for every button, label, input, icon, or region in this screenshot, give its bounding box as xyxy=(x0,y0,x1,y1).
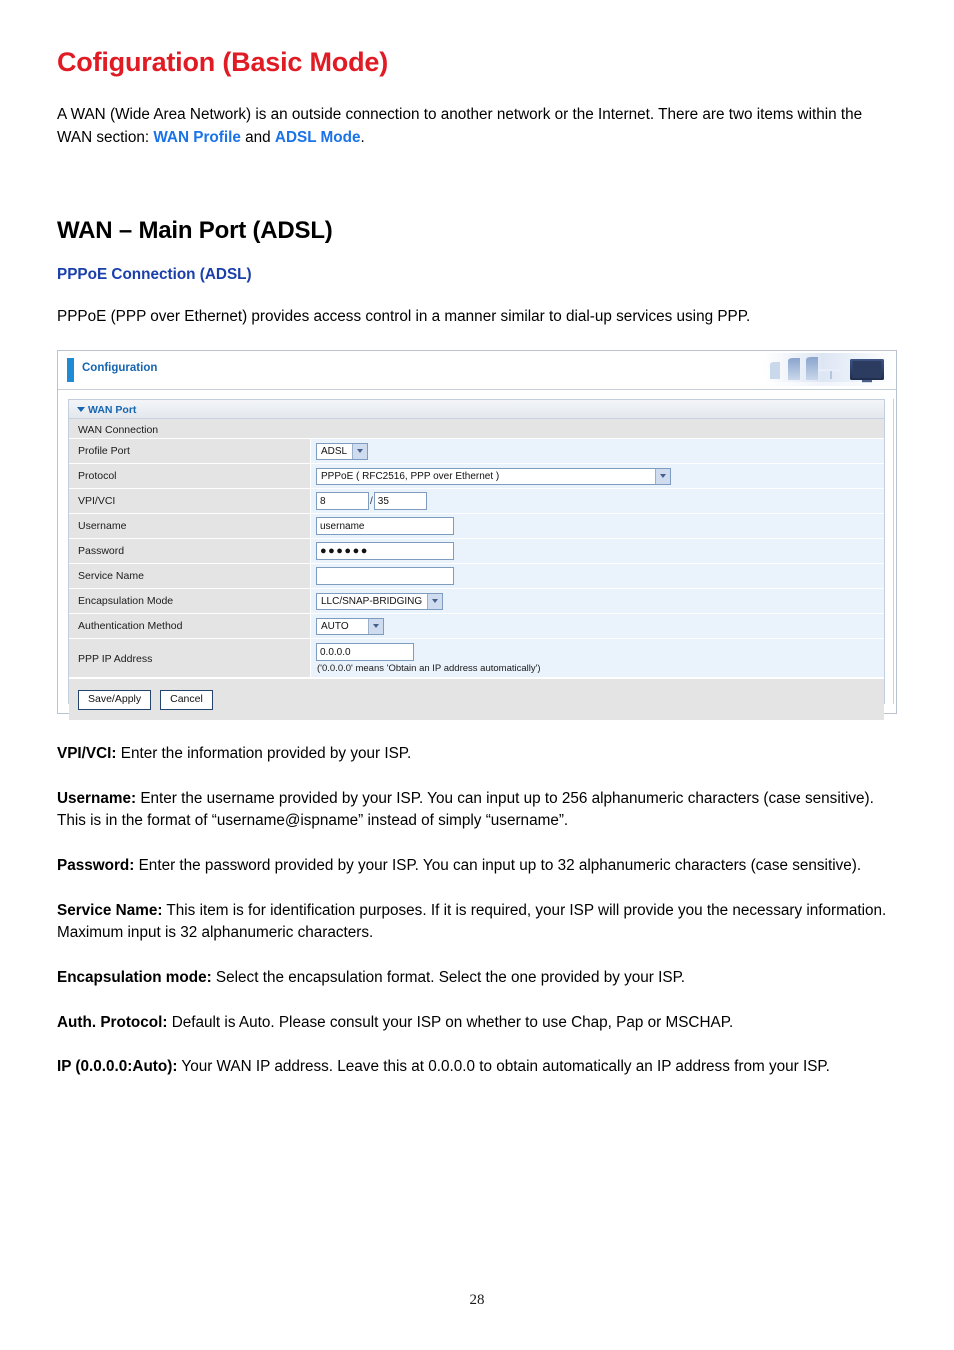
field-row-username: Username username xyxy=(69,514,884,540)
description-term: Auth. Protocol: xyxy=(57,1013,168,1031)
value-profile-port: ADSL xyxy=(311,439,884,463)
encapsulation-mode-select[interactable]: LLC/SNAP-BRIDGING xyxy=(316,592,444,610)
authentication-method-value: AUTO xyxy=(321,620,349,632)
value-password: ●●●●●● xyxy=(311,539,884,563)
chevron-down-icon xyxy=(352,443,368,459)
description-term: Username: xyxy=(57,789,137,807)
label-ppp-ip-address: PPP IP Address xyxy=(69,639,311,678)
ppp-ip-address-input[interactable]: 0.0.0.0 xyxy=(316,643,414,662)
field-descriptions: VPI/VCI: Enter the information provided … xyxy=(57,714,897,1079)
section-heading: WAN – Main Port (ADSL) xyxy=(57,216,333,244)
description-text: Default is Auto. Please consult your ISP… xyxy=(167,1013,734,1031)
office-scene-image xyxy=(764,353,894,387)
label-authentication-method: Authentication Method xyxy=(69,614,311,639)
description-text: This item is for identification purposes… xyxy=(57,901,887,942)
page-title: Cofiguration (Basic Mode) xyxy=(57,47,388,77)
value-username: username xyxy=(311,514,884,538)
value-protocol: PPPoE ( RFC2516, PPP over Ethernet ) xyxy=(311,464,884,488)
wan-connection-section-title: WAN Connection xyxy=(69,419,884,440)
label-username: Username xyxy=(69,514,311,539)
description-text: Enter the information provided by your I… xyxy=(116,745,412,763)
chevron-down-icon xyxy=(655,468,670,484)
wan-config-panel: WAN Port WAN Connection Profile Port ADS… xyxy=(68,399,885,721)
username-input[interactable]: username xyxy=(316,517,454,536)
description-term: Password: xyxy=(57,857,135,875)
description-encapsulation-mode: Encapsulation mode: Select the encapsula… xyxy=(57,945,897,990)
field-row-authentication-method: Authentication Method AUTO xyxy=(69,614,884,640)
wan-port-group-header[interactable]: WAN Port xyxy=(69,400,884,420)
field-row-protocol: Protocol PPPoE ( RFC2516, PPP over Ether… xyxy=(69,464,884,490)
vpi-vci-separator: / xyxy=(370,495,373,507)
description-term: IP (0.0.0.0:Auto): xyxy=(57,1058,178,1076)
header-accent-bar xyxy=(67,358,74,383)
page-number: 28 xyxy=(469,1292,485,1308)
field-row-vpi-vci: VPI/VCI 8 / 35 xyxy=(69,489,884,515)
description-text: Enter the password provided by your ISP.… xyxy=(134,857,862,875)
label-vpi-vci: VPI/VCI xyxy=(69,489,311,514)
description-text: Select the encapsulation format. Select … xyxy=(211,968,686,986)
value-encapsulation-mode: LLC/SNAP-BRIDGING xyxy=(311,589,884,613)
description-ip-auto: IP (0.0.0.0:Auto): Your WAN IP address. … xyxy=(57,1034,897,1079)
lead-paragraph: PPPoE (PPP over Ethernet) provides acces… xyxy=(57,307,751,325)
chevron-down-icon xyxy=(368,618,383,634)
router-ui-header: Configuration xyxy=(58,351,896,391)
chevron-down-icon xyxy=(427,593,443,609)
description-text: Enter the username provided by your ISP.… xyxy=(57,789,874,830)
label-encapsulation-mode: Encapsulation Mode xyxy=(69,589,311,614)
description-vpi-vci: VPI/VCI: Enter the information provided … xyxy=(57,720,897,766)
password-input[interactable]: ●●●●●● xyxy=(316,542,454,561)
intro-text-end: . xyxy=(360,128,365,146)
vpi-input[interactable]: 8 xyxy=(316,492,369,511)
description-term: Service Name: xyxy=(57,901,163,919)
label-profile-port: Profile Port xyxy=(69,439,311,464)
encapsulation-mode-value: LLC/SNAP-BRIDGING xyxy=(321,595,423,607)
field-row-password: Password ●●●●●● xyxy=(69,539,884,565)
vci-input[interactable]: 35 xyxy=(373,492,427,511)
value-service-name xyxy=(311,564,884,588)
adsl-mode-link[interactable]: ADSL Mode xyxy=(275,129,361,146)
description-term: VPI/VCI: xyxy=(57,745,117,763)
description-username: Username: Enter the username provided by… xyxy=(57,766,897,833)
field-row-service-name: Service Name xyxy=(69,564,884,590)
router-ui-screenshot: Configuration WAN Port WAN Connection Pr… xyxy=(57,350,897,721)
description-text: Your WAN IP address. Leave this at 0.0.0… xyxy=(177,1058,830,1076)
description-term: Encapsulation mode: xyxy=(57,968,212,986)
document-page: Cofiguration (Basic Mode) A WAN (Wide Ar… xyxy=(0,0,954,1350)
intro-paragraph: A WAN (Wide Area Network) is an outside … xyxy=(57,104,897,149)
cancel-button[interactable]: Cancel xyxy=(160,689,213,710)
protocol-value: PPPoE ( RFC2516, PPP over Ethernet ) xyxy=(321,470,500,482)
wan-port-group-label: WAN Port xyxy=(88,404,137,417)
wan-profile-link[interactable]: WAN Profile xyxy=(153,129,241,146)
value-authentication-method: AUTO xyxy=(311,614,884,638)
label-password: Password xyxy=(69,539,311,564)
profile-port-value: ADSL xyxy=(321,445,348,457)
panel-scroll-divider xyxy=(893,399,894,705)
router-ui-header-title: Configuration xyxy=(82,362,158,375)
profile-port-select[interactable]: ADSL xyxy=(316,442,369,460)
label-protocol: Protocol xyxy=(69,464,311,489)
protocol-select[interactable]: PPPoE ( RFC2516, PPP over Ethernet ) xyxy=(316,467,671,485)
button-row: Save/Apply Cancel xyxy=(69,678,884,721)
field-row-profile-port: Profile Port ADSL xyxy=(69,439,884,465)
save-apply-button[interactable]: Save/Apply xyxy=(78,689,152,710)
service-name-input[interactable] xyxy=(316,567,454,586)
field-row-encapsulation-mode: Encapsulation Mode LLC/SNAP-BRIDGING xyxy=(69,589,884,615)
authentication-method-select[interactable]: AUTO xyxy=(316,617,384,635)
field-row-ppp-ip-address: PPP IP Address 0.0.0.0 ('0.0.0.0' means … xyxy=(69,639,884,679)
ppp-ip-address-hint: ('0.0.0.0' means 'Obtain an IP address a… xyxy=(317,663,541,675)
intro-text-mid: and xyxy=(240,128,275,146)
description-service-name: Service Name: This item is for identific… xyxy=(57,878,897,945)
sub-heading: PPPoE Connection (ADSL) xyxy=(57,265,252,283)
chevron-down-icon xyxy=(77,406,85,412)
value-ppp-ip-address: 0.0.0.0 ('0.0.0.0' means 'Obtain an IP a… xyxy=(311,639,884,677)
description-password: Password: Enter the password provided by… xyxy=(57,833,897,878)
value-vpi-vci: 8 / 35 xyxy=(311,489,884,513)
description-auth-protocol: Auth. Protocol: Default is Auto. Please … xyxy=(57,990,897,1035)
label-service-name: Service Name xyxy=(69,564,311,589)
